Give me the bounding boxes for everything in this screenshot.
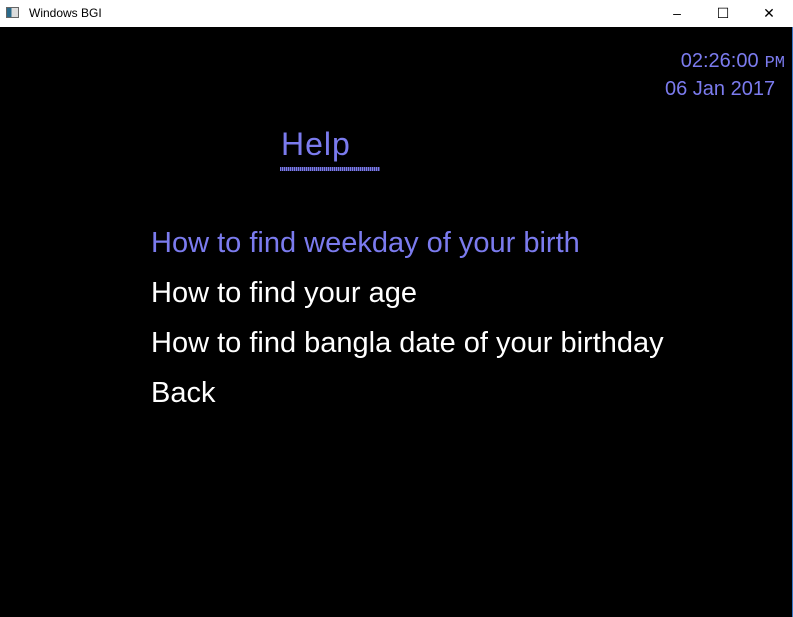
menu-item-back[interactable]: Back xyxy=(151,377,215,410)
clock-time: 02:26:00 PM xyxy=(681,50,785,73)
close-button[interactable]: ✕ xyxy=(746,0,792,27)
menu-item-age[interactable]: How to find your age xyxy=(151,277,417,310)
menu-item-weekday[interactable]: How to find weekday of your birth xyxy=(151,227,580,260)
minimize-button[interactable]: – xyxy=(654,0,700,27)
clock-date: 06 Jan 2017 xyxy=(665,78,776,100)
time-value: 02:26:00 xyxy=(680,50,759,72)
bgi-canvas xyxy=(0,27,793,617)
page-title: Help xyxy=(281,126,351,162)
window-title: Windows BGI xyxy=(29,6,102,20)
title-underline xyxy=(280,167,380,171)
app-icon xyxy=(6,7,19,18)
ampm-label: PM xyxy=(764,54,785,73)
title-bar: Windows BGI – ☐ ✕ xyxy=(0,0,793,27)
menu-item-bangla-date[interactable]: How to find bangla date of your birthday xyxy=(151,327,664,360)
maximize-button[interactable]: ☐ xyxy=(700,0,746,27)
